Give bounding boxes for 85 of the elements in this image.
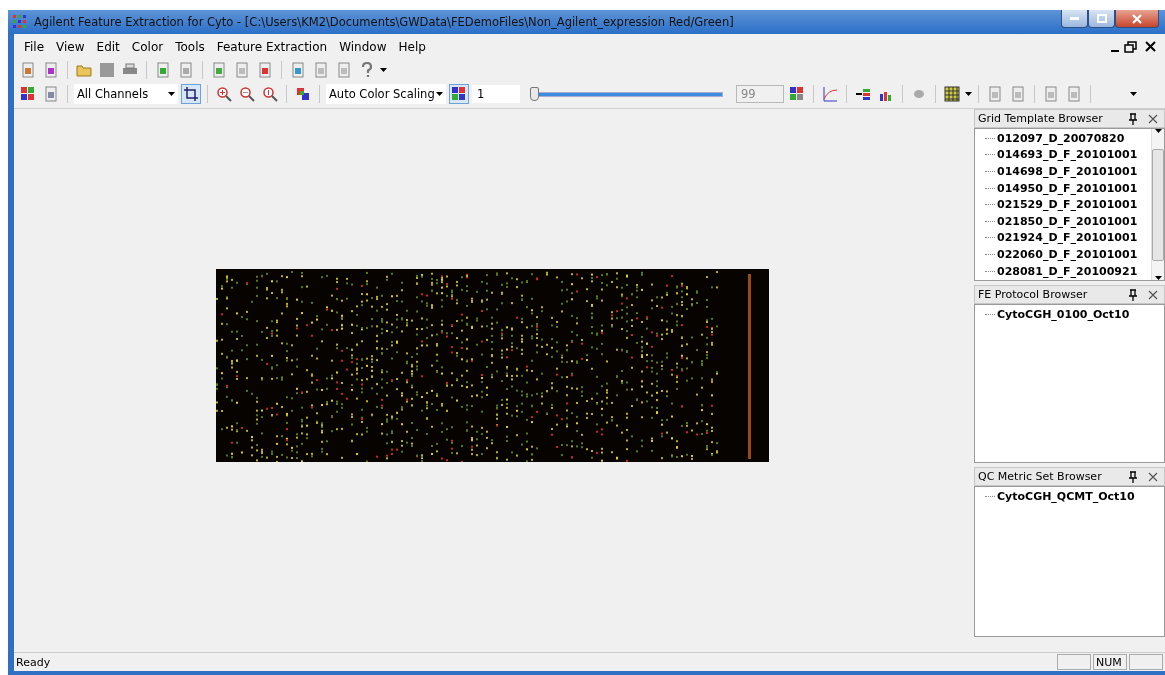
document-icon	[336, 62, 352, 78]
panel-title: QC Metric Set Browser	[978, 470, 1102, 483]
arrow-bars-icon	[855, 86, 871, 102]
save-button[interactable]	[97, 60, 117, 80]
list-icon	[178, 62, 194, 78]
close-icon	[1132, 13, 1142, 24]
maximize-icon	[1096, 14, 1107, 23]
folder-icon	[76, 62, 92, 78]
status-panel	[1129, 654, 1163, 670]
color-map-button[interactable]	[449, 84, 469, 104]
dropdown-caret-icon	[1130, 92, 1137, 96]
tree-item[interactable]: 014950_D_F_20101001	[985, 179, 1138, 197]
app-logo-icon	[12, 14, 28, 30]
menu-item[interactable]: Color	[125, 38, 170, 56]
copy-icon	[43, 86, 59, 102]
zoom-in-icon	[216, 86, 232, 102]
dropdown-caret-icon	[380, 68, 387, 72]
menu-item[interactable]: View	[50, 38, 91, 56]
document-plus-icon	[155, 62, 171, 78]
colored-squares-icon	[295, 86, 311, 102]
menu-item[interactable]: Tools	[169, 38, 211, 56]
zoom-in-button[interactable]	[214, 84, 234, 104]
tree-item[interactable]: 028081_D_F_20100921	[985, 262, 1138, 280]
status-panel	[1057, 654, 1091, 670]
slider-thumb[interactable]	[530, 87, 539, 101]
restore-icon	[1123, 39, 1139, 55]
document-icon	[20, 62, 36, 78]
dropdown-caret-icon	[1154, 276, 1162, 280]
minimize-icon	[1111, 50, 1119, 52]
dropdown-caret-icon	[436, 92, 443, 96]
menu-item[interactable]: Edit	[90, 38, 126, 56]
square-icon	[99, 62, 115, 78]
tree-item[interactable]: 021850_D_F_20101001	[985, 212, 1138, 230]
colored-squares-icon	[451, 86, 467, 102]
color-scaling-dropdown[interactable]: Auto Color Scaling	[326, 84, 446, 104]
window-title: Agilent Feature Extraction for Cyto - [C:\Users\KM2\Documents\GWData\FEDemoFiles\Non_Agilent_expression Red/Green]	[34, 15, 734, 29]
zoom-out-icon	[239, 86, 255, 102]
minimize-button[interactable]	[1061, 10, 1088, 28]
zoom-button[interactable]	[260, 84, 280, 104]
menu-item[interactable]: Window	[333, 38, 393, 56]
panel-title: FE Protocol Browser	[978, 288, 1088, 301]
tree-item[interactable]: 021924_D_F_20101001	[985, 229, 1138, 247]
document-icon	[43, 62, 59, 78]
menu-item[interactable]: Feature Extraction	[210, 38, 334, 56]
tree-item[interactable]: 021529_D_F_20101001	[985, 196, 1138, 213]
tree-item[interactable]: 014698_D_F_20101001	[985, 163, 1138, 180]
curve-button[interactable]	[820, 84, 840, 104]
zoom-out-button[interactable]	[237, 84, 257, 104]
tree-item[interactable]: 012097_D_20070820	[985, 130, 1125, 147]
grid-view-button[interactable]	[942, 84, 962, 104]
low-value-field[interactable]: 1	[472, 85, 520, 103]
tree-item[interactable]: 014693_D_F_20101001	[985, 146, 1138, 164]
document-icon	[313, 62, 329, 78]
menu-item[interactable]: File	[18, 38, 51, 56]
grid-icon	[944, 86, 960, 102]
maximize-button[interactable]	[1088, 10, 1115, 28]
document-icon	[1010, 86, 1026, 102]
range-slider[interactable]	[533, 87, 723, 101]
dropdown-caret-icon	[168, 92, 175, 96]
colored-squares-icon	[789, 86, 805, 102]
scrollbar[interactable]	[1151, 129, 1164, 280]
image-icon	[290, 62, 306, 78]
help-icon	[359, 62, 375, 78]
channel-dropdown[interactable]: All Channels	[74, 84, 178, 104]
clipboard-icon	[211, 62, 227, 78]
clipboard-delete-icon	[257, 62, 273, 78]
crop-button[interactable]	[181, 84, 201, 104]
crop-icon	[183, 86, 199, 102]
zoom-icon	[262, 86, 278, 102]
colored-squares-icon	[20, 86, 36, 102]
curve-icon	[822, 86, 838, 102]
document-icon	[234, 62, 250, 78]
tree-item[interactable]: CytoCGH_0100_Oct10	[985, 306, 1130, 323]
menu-item[interactable]: Help	[392, 38, 432, 56]
minimize-icon	[1070, 17, 1079, 20]
status-indicator: NUM	[1093, 654, 1127, 670]
status-message: Ready	[15, 655, 52, 669]
tree-item[interactable]: 022060_D_F_20101001	[985, 246, 1138, 263]
panel-title: Grid Template Browser	[978, 112, 1103, 125]
dropdown-caret-icon	[965, 92, 972, 96]
document-icon	[987, 86, 1003, 102]
tree-item[interactable]: CytoCGH_QCMT_Oct10	[985, 488, 1135, 505]
copy-icon	[1043, 86, 1059, 102]
close-button[interactable]	[1115, 10, 1159, 28]
copy-icon	[1066, 86, 1082, 102]
